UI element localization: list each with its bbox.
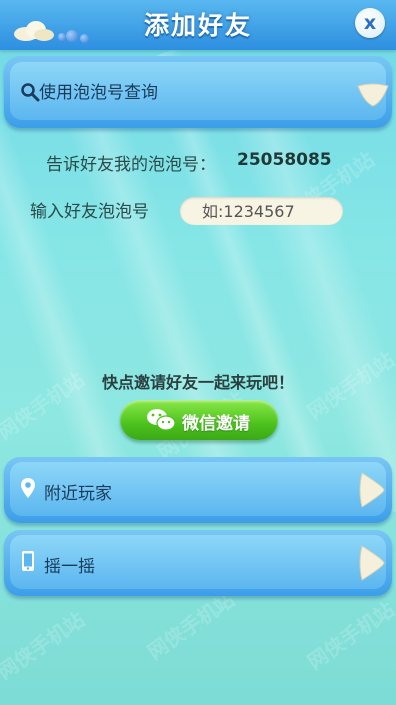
wechat-invite-button[interactable]: 微信邀请	[120, 400, 278, 440]
light-streak	[0, 122, 131, 478]
close-icon: x	[363, 12, 377, 34]
close-button[interactable]: x	[355, 8, 385, 38]
shake-label: 摇一摇	[44, 557, 95, 577]
watermark: 网侠手机站	[143, 587, 239, 665]
watermark: 网侠手机站	[303, 597, 396, 675]
phone-icon	[22, 551, 34, 571]
page-title: 添加好友	[143, 11, 252, 40]
wechat-invite-label: 微信邀请	[182, 414, 250, 434]
chevron-right-icon[interactable]	[358, 544, 386, 582]
location-pin-icon	[21, 478, 35, 498]
search-panel: 使用泡泡号查询	[4, 56, 392, 128]
option-shake: 摇一摇	[4, 530, 392, 596]
my-id-label: 告诉好友我的泡泡号：	[46, 155, 216, 175]
my-id-value: 25058085	[237, 150, 332, 170]
invite-prompt: 快点邀请好友一起来玩吧！	[101, 373, 294, 392]
header-bar: 添加好友 x	[0, 0, 396, 50]
friend-id-label: 输入好友泡泡号	[30, 202, 149, 222]
chevron-right-icon[interactable]	[358, 471, 386, 509]
search-by-id-row[interactable]: 使用泡泡号查询	[10, 62, 389, 120]
wechat-icon	[147, 409, 176, 431]
friend-id-input[interactable]	[180, 197, 343, 225]
nearby-players-label: 附近玩家	[44, 484, 112, 504]
nearby-players-row[interactable]: 附近玩家	[10, 462, 386, 516]
search-icon	[21, 83, 40, 102]
watermark: 网侠手机站	[0, 607, 89, 685]
shake-row[interactable]: 摇一摇	[10, 535, 386, 589]
search-label: 使用泡泡号查询	[39, 83, 158, 103]
option-nearby-players: 附近玩家	[4, 457, 392, 523]
chevron-down-icon[interactable]	[356, 82, 390, 108]
